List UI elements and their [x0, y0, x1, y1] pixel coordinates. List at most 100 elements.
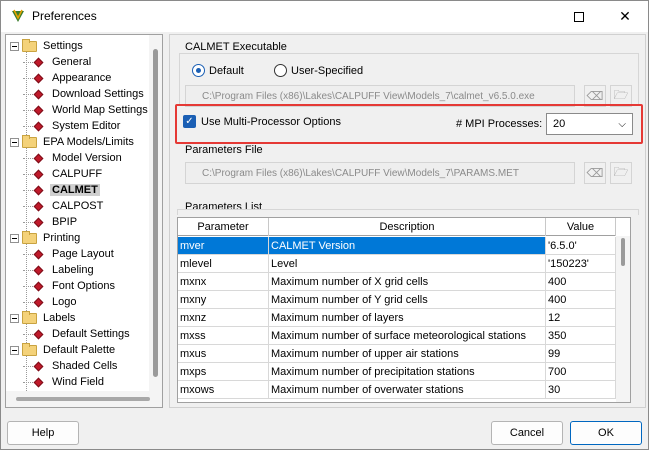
tree-item-label: Labeling [52, 264, 94, 276]
diamond-icon [33, 185, 44, 195]
table-row[interactable]: mxnx Maximum number of X grid cells 400 [178, 273, 616, 291]
tree-item[interactable]: System Editor [23, 118, 122, 134]
parameter-cell: mxps [178, 363, 269, 381]
tree-item-label: Model Version [52, 152, 122, 164]
table-row[interactable]: mver CALMET Version '6.5.0' [178, 237, 616, 255]
tree-connector [23, 301, 33, 303]
diamond-icon [33, 105, 44, 115]
parameters-table[interactable]: Parameter Description Value mver CALMET Ver… [177, 217, 631, 403]
tree-item-label: General [52, 56, 92, 68]
tree-item-label: Font Options [52, 280, 115, 292]
collapse-icon[interactable] [10, 345, 19, 355]
tree-folder[interactable]: Settings [10, 38, 85, 54]
table-row[interactable]: mxss Maximum number of surface meteorolog… [178, 327, 616, 345]
tree-folder[interactable]: EPA Models/Limits [10, 134, 136, 150]
tree-folder[interactable]: Labels [10, 310, 77, 326]
diamond-icon [33, 329, 44, 339]
diamond-icon [33, 89, 44, 99]
tree-item[interactable]: CALPUFF [23, 166, 104, 182]
tree-item[interactable]: Default Settings [23, 326, 132, 342]
parameter-cell: mxnz [178, 309, 269, 327]
value-cell[interactable]: 350 [546, 327, 616, 345]
tree-item[interactable]: General [23, 54, 93, 70]
value-cell[interactable]: 99 [546, 345, 616, 363]
tree-item-label: Default Palette [43, 344, 116, 356]
column-header[interactable]: Description [269, 218, 546, 236]
tree-item[interactable]: Labeling [23, 262, 96, 278]
tree-item[interactable]: Appearance [23, 70, 113, 86]
cancel-button[interactable]: Cancel [491, 421, 563, 445]
radio-default[interactable]: Default [192, 64, 244, 77]
params-file-path-field: C:\Program Files (x86)\Lakes\CALPUFF Vie… [185, 162, 575, 184]
tree-item-label: Logo [52, 296, 77, 308]
table-row[interactable]: mlevel Level '150223' [178, 255, 616, 273]
table-row[interactable]: mxows Maximum number of overwater station… [178, 381, 616, 399]
tree-folder[interactable]: Default Palette [10, 342, 117, 358]
tree-item[interactable]: Shaded Cells [23, 358, 119, 374]
radio-user-specified[interactable]: User-Specified [274, 64, 363, 77]
help-button[interactable]: Help [7, 421, 79, 445]
tree-item[interactable]: CALPOST [23, 198, 105, 214]
column-header[interactable]: Value [546, 218, 616, 236]
tree-scroll-thumb[interactable] [153, 49, 158, 377]
tree-hscroll-thumb[interactable] [16, 397, 150, 401]
column-header[interactable]: Parameter [178, 218, 269, 236]
tree-item-label: CALMET [50, 184, 100, 196]
value-cell[interactable]: '6.5.0' [546, 237, 616, 255]
table-row[interactable]: mxus Maximum number of upper air stations… [178, 345, 616, 363]
tree-item[interactable]: Font Options [23, 278, 117, 294]
table-row[interactable]: mxps Maximum number of precipitation stat… [178, 363, 616, 381]
browse-params-file-button: 🗁 [610, 162, 632, 184]
diamond-icon [33, 121, 44, 131]
tree-item[interactable]: Logo [23, 294, 78, 310]
radio-default-indicator[interactable] [192, 64, 205, 77]
radio-user-label: User-Specified [291, 64, 364, 77]
tree-item[interactable]: BPIP [23, 214, 79, 230]
tree-vertical-scrollbar[interactable] [149, 35, 162, 391]
table-scroll-thumb[interactable] [621, 238, 625, 266]
maximize-button[interactable] [556, 1, 602, 32]
preferences-tree[interactable]: Settings General Appearance Download Settin… [5, 34, 163, 408]
tree-connector [23, 77, 33, 79]
collapse-icon[interactable] [10, 41, 19, 51]
value-cell[interactable]: 30 [546, 381, 616, 399]
params-file-group-label: Parameters File [185, 144, 263, 156]
value-cell[interactable]: 400 [546, 273, 616, 291]
tree-item-label: Appearance [52, 72, 112, 84]
close-button[interactable]: ✕ [602, 1, 648, 32]
tree-folder[interactable]: Printing [10, 230, 82, 246]
collapse-icon[interactable] [10, 137, 19, 147]
diamond-icon [33, 361, 44, 371]
collapse-icon[interactable] [10, 233, 19, 243]
title-bar[interactable]: Preferences ✕ [1, 1, 648, 32]
folder-icon [22, 310, 37, 324]
value-cell[interactable]: 700 [546, 363, 616, 381]
tree-item-label: Labels [43, 312, 76, 324]
diamond-icon [33, 217, 44, 227]
tree-connector [23, 205, 33, 207]
value-cell[interactable]: '150223' [546, 255, 616, 273]
tree-item[interactable]: World Map Settings [23, 102, 150, 118]
tree-horizontal-scrollbar[interactable] [6, 391, 162, 407]
radio-user-indicator[interactable] [274, 64, 287, 77]
tree-item[interactable]: CALMET [23, 182, 100, 198]
ok-button[interactable]: OK [570, 421, 642, 445]
parameter-cell: mxny [178, 291, 269, 309]
table-row[interactable]: mxnz Maximum number of layers 12 [178, 309, 616, 327]
table-row[interactable]: mxny Maximum number of Y grid cells 400 [178, 291, 616, 309]
tree-item-label: System Editor [52, 120, 121, 132]
collapse-icon[interactable] [10, 313, 19, 323]
description-cell: Maximum number of X grid cells [269, 273, 546, 291]
table-vertical-scrollbar[interactable] [616, 236, 630, 402]
value-cell[interactable]: 12 [546, 309, 616, 327]
tree-item[interactable]: Download Settings [23, 86, 146, 102]
tree-item[interactable]: Wind Field [23, 374, 106, 390]
tree-connector [23, 253, 33, 255]
description-cell: Maximum number of layers [269, 309, 546, 327]
diamond-icon [33, 249, 44, 259]
tree-connector [23, 365, 33, 367]
tree-item[interactable]: Page Layout [23, 246, 116, 262]
tree-item[interactable]: Model Version [23, 150, 124, 166]
mpi-highlight-box [175, 104, 643, 144]
value-cell[interactable]: 400 [546, 291, 616, 309]
